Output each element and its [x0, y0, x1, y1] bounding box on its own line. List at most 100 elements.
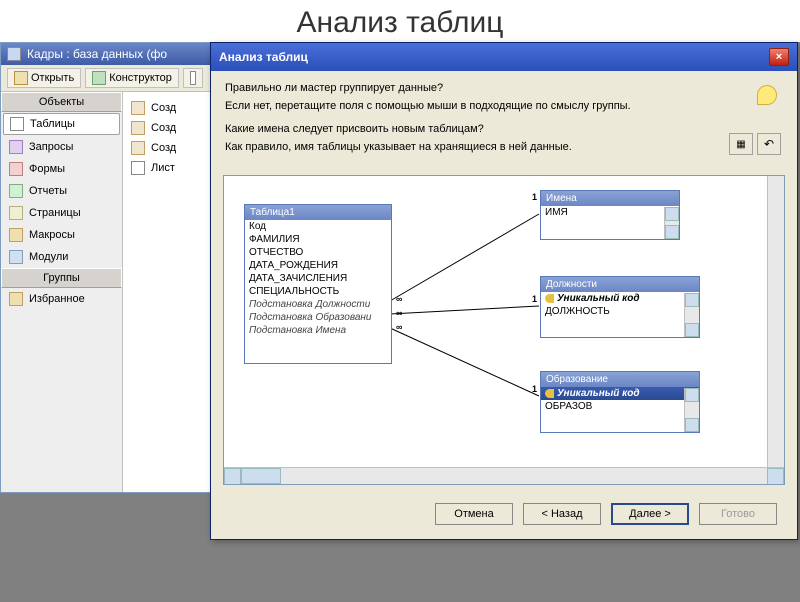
close-icon[interactable]: ×: [769, 48, 789, 66]
rename-table-button[interactable]: ▦: [729, 133, 753, 155]
wizard-prompt-line: Какие имена следует присвоить новым табл…: [225, 122, 783, 137]
page-heading: Анализ таблиц: [0, 0, 800, 42]
wizard-title-text: Анализ таблиц: [219, 50, 308, 64]
wizard-titlebar: Анализ таблиц ×: [211, 43, 797, 71]
wizard-icon: [131, 121, 145, 135]
field-row[interactable]: ДАТА_ЗАЧИСЛЕНИЯ: [245, 272, 391, 285]
sidebar-item-reports[interactable]: Отчеты: [1, 180, 122, 202]
design-icon: [92, 71, 106, 85]
sidebar-item-macros[interactable]: Макросы: [1, 224, 122, 246]
db-window-icon: [7, 47, 21, 61]
table-header[interactable]: Имена: [541, 191, 679, 206]
sidebar-item-label: Избранное: [29, 293, 85, 305]
sidebar-item-label: Страницы: [29, 207, 81, 219]
objects-sidebar: Объекты Таблицы Запросы Формы Отчеты Стр…: [1, 92, 123, 492]
field-row-lookup[interactable]: Подстановка Должности: [245, 298, 391, 311]
scroll-up-icon[interactable]: [685, 388, 699, 402]
open-button[interactable]: Открыть: [7, 68, 81, 88]
cardinality-many: ∞: [396, 308, 402, 318]
pages-icon: [9, 206, 23, 220]
sidebar-item-favorites[interactable]: Избранное: [1, 288, 122, 310]
queries-icon: [9, 140, 23, 154]
hint-icon[interactable]: [757, 85, 777, 105]
table-analyzer-wizard: Анализ таблиц × Правильно ли мастер груп…: [210, 42, 798, 540]
list-item-label: Созд: [151, 142, 176, 154]
scroll-left-icon[interactable]: [224, 468, 241, 485]
key-label: Уникальный код: [557, 388, 640, 399]
key-icon: [545, 294, 554, 303]
cardinality-one: 1: [532, 384, 537, 394]
wizard-prompt-area: Правильно ли мастер группирует данные? Е…: [211, 71, 797, 167]
sidebar-header-groups[interactable]: Группы: [1, 268, 122, 288]
new-button[interactable]: [183, 68, 203, 88]
field-row[interactable]: ДОЛЖНОСТЬ: [541, 305, 699, 318]
modules-icon: [9, 250, 23, 264]
wizard-icon: [131, 141, 145, 155]
table-scrollbar[interactable]: [664, 207, 679, 239]
field-row[interactable]: СПЕЦИАЛЬНОСТЬ: [245, 285, 391, 298]
table-header[interactable]: Таблица1: [245, 205, 391, 220]
table-box-imena[interactable]: Имена ИМЯ: [540, 190, 680, 240]
cancel-button[interactable]: Отмена: [435, 503, 513, 525]
canvas-scrollbar-h[interactable]: [224, 467, 784, 484]
field-row[interactable]: Код: [245, 220, 391, 233]
wizard-button-row: Отмена < Назад Далее > Готово: [211, 493, 797, 539]
stage: Кадры : база данных (фо Открыть Конструк…: [0, 42, 800, 602]
design-button[interactable]: Конструктор: [85, 68, 179, 88]
table-box-table1[interactable]: Таблица1 Код ФАМИЛИЯ ОТЧЕСТВО ДАТА_РОЖДЕ…: [244, 204, 392, 364]
sidebar-header-objects[interactable]: Объекты: [1, 92, 122, 112]
tables-icon: [10, 117, 24, 131]
list-item-label: Лист: [151, 162, 175, 174]
field-row[interactable]: ФАМИЛИЯ: [245, 233, 391, 246]
key-icon: [545, 389, 554, 398]
field-row[interactable]: ИМЯ: [541, 206, 679, 219]
field-row[interactable]: ДАТА_РОЖДЕНИЯ: [245, 259, 391, 272]
field-row-lookup[interactable]: Подстановка Имена: [245, 324, 391, 337]
field-row-key-selected[interactable]: Уникальный код: [541, 387, 699, 400]
field-row-lookup[interactable]: Подстановка Образовани: [245, 311, 391, 324]
field-row[interactable]: ОТЧЕСТВО: [245, 246, 391, 259]
open-label: Открыть: [31, 72, 74, 84]
field-row-key[interactable]: Уникальный код: [541, 292, 699, 305]
undo-button[interactable]: ↶: [757, 133, 781, 155]
relationship-canvas[interactable]: ∞ ∞ ∞ 1 1 1 Таблица1 Код ФАМИЛИЯ ОТЧЕСТВ…: [223, 175, 785, 485]
reports-icon: [9, 184, 23, 198]
sidebar-item-label: Модули: [29, 251, 68, 263]
table-header[interactable]: Образование: [541, 372, 699, 387]
list-item-label: Созд: [151, 102, 176, 114]
next-button[interactable]: Далее >: [611, 503, 689, 525]
finish-button: Готово: [699, 503, 777, 525]
sidebar-item-label: Запросы: [29, 141, 73, 153]
undo-icon: ↶: [764, 137, 774, 151]
scroll-down-icon[interactable]: [685, 418, 699, 432]
forms-icon: [9, 162, 23, 176]
table-box-obrazovanie[interactable]: Образование Уникальный код ОБРАЗОВ: [540, 371, 700, 433]
scroll-up-icon[interactable]: [685, 293, 699, 307]
table-box-dolzhnosti[interactable]: Должности Уникальный код ДОЛЖНОСТЬ: [540, 276, 700, 338]
wizard-icon: [131, 101, 145, 115]
new-icon: [190, 71, 196, 85]
sidebar-item-modules[interactable]: Модули: [1, 246, 122, 268]
list-item-label: Созд: [151, 122, 176, 134]
scroll-thumb[interactable]: [241, 468, 281, 484]
field-row[interactable]: ОБРАЗОВ: [541, 400, 699, 413]
table-scrollbar[interactable]: [684, 388, 699, 432]
favorites-icon: [9, 292, 23, 306]
scroll-up-icon[interactable]: [665, 207, 679, 221]
scroll-right-icon[interactable]: [767, 468, 784, 485]
sidebar-item-pages[interactable]: Страницы: [1, 202, 122, 224]
scroll-down-icon[interactable]: [665, 225, 679, 239]
canvas-scrollbar-v[interactable]: [767, 176, 784, 467]
open-icon: [14, 71, 28, 85]
macros-icon: [9, 228, 23, 242]
sidebar-item-tables[interactable]: Таблицы: [3, 113, 120, 135]
table-header[interactable]: Должности: [541, 277, 699, 292]
sidebar-item-label: Формы: [29, 163, 65, 175]
cardinality-many: ∞: [396, 294, 402, 304]
sidebar-item-forms[interactable]: Формы: [1, 158, 122, 180]
scroll-down-icon[interactable]: [685, 323, 699, 337]
cardinality-one: 1: [532, 192, 537, 202]
table-scrollbar[interactable]: [684, 293, 699, 337]
sidebar-item-queries[interactable]: Запросы: [1, 136, 122, 158]
back-button[interactable]: < Назад: [523, 503, 601, 525]
